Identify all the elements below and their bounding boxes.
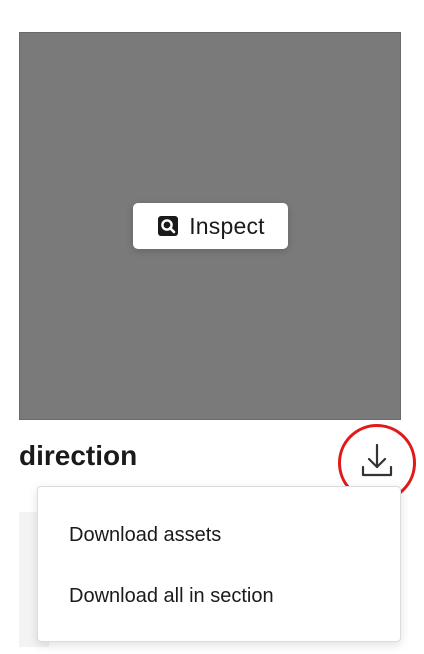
download-icon [357, 441, 397, 486]
download-menu: Download assets Download all in section [37, 486, 401, 642]
menu-item-label: Download assets [69, 523, 222, 546]
asset-title: direction [19, 440, 138, 471]
asset-card: Inspect direction Download assets Downlo… [0, 0, 424, 654]
menu-item-label: Download all in section [69, 584, 274, 607]
inspect-button-label: Inspect [189, 212, 265, 239]
menu-item-download-all-in-section[interactable]: Download all in section [38, 569, 400, 623]
inspect-button[interactable]: Inspect [133, 203, 288, 249]
menu-item-download-assets[interactable]: Download assets [38, 508, 400, 562]
inspect-icon [156, 214, 180, 238]
